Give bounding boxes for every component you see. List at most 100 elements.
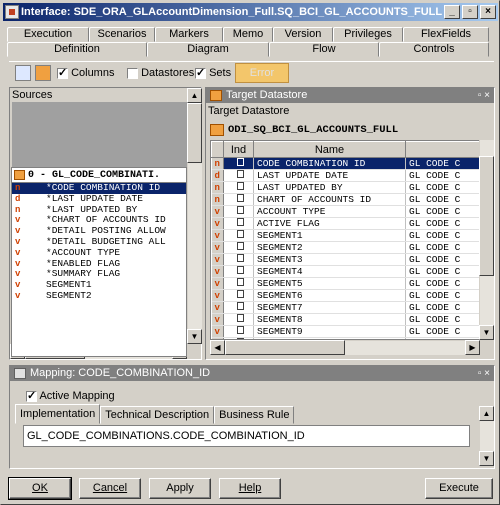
type-marker: v — [15, 215, 21, 226]
sets-toggle[interactable]: Sets — [195, 66, 231, 79]
help-button[interactable]: Help — [219, 478, 281, 499]
target-column-source: GL CODE C — [405, 205, 482, 218]
target-column-row[interactable]: v SEGMENT9 GL CODE C — [211, 325, 482, 338]
target-column-row[interactable]: v SEGMENT2 GL CODE C — [211, 241, 482, 254]
sources-vscrollbar[interactable]: ▲ ▼ — [187, 88, 202, 344]
target-column-row[interactable]: v SEGMENT8 GL CODE C — [211, 313, 482, 326]
datastores-toggle[interactable]: Datastores — [127, 67, 194, 79]
target-column-row[interactable]: v SEGMENT5 GL CODE C — [211, 277, 482, 290]
name-header[interactable]: Name — [253, 141, 406, 158]
execute-button[interactable]: Execute — [425, 478, 493, 499]
target-column-row[interactable]: n LAST UPDATED BY GL CODE C — [211, 181, 482, 194]
tab-memo[interactable]: Memo — [223, 27, 273, 42]
target-column-row[interactable]: v SEGMENT4 GL CODE C — [211, 265, 482, 278]
active-mapping-toggle[interactable]: Active Mapping — [26, 389, 115, 402]
ind-icon[interactable] — [223, 277, 254, 290]
datastores-checkbox[interactable] — [127, 67, 138, 79]
tab-markers[interactable]: Markers — [155, 27, 223, 42]
panel-controls-icon[interactable]: ▫ × — [478, 366, 490, 381]
ind-icon[interactable] — [223, 205, 254, 218]
minimize-button[interactable]: _ — [444, 5, 460, 19]
edit-diagram-icon[interactable] — [15, 65, 31, 81]
tab-flow[interactable]: Flow — [269, 42, 379, 57]
tab-definition[interactable]: Definition — [7, 42, 147, 57]
source-column-name: *CODE COMBINATION ID — [46, 182, 161, 193]
ind-icon[interactable] — [223, 181, 254, 194]
source-header[interactable] — [405, 141, 482, 158]
target-column-row[interactable]: n CHART OF ACCOUNTS ID GL CODE C — [211, 193, 482, 206]
ind-icon[interactable] — [223, 265, 254, 278]
panel-controls-icon[interactable]: ▫ × — [478, 88, 490, 103]
restore-button[interactable]: ▫ — [462, 5, 478, 19]
scroll-left-icon[interactable]: ◀ — [210, 340, 225, 355]
tab-execution[interactable]: Execution — [7, 27, 89, 42]
mapping-expression-field[interactable]: GL_CODE_COMBINATIONS.CODE_COMBINATION_ID — [23, 425, 470, 447]
error-button[interactable]: Error — [235, 63, 289, 83]
tab-business-rule[interactable]: Business Rule — [214, 406, 295, 424]
ind-icon[interactable] — [223, 193, 254, 206]
scroll-down-icon[interactable]: ▼ — [479, 325, 494, 340]
ind-icon[interactable] — [223, 241, 254, 254]
ind-icon[interactable] — [223, 253, 254, 266]
close-button[interactable]: × — [480, 5, 496, 19]
source-column-row[interactable]: v SEGMENT2 — [12, 290, 186, 302]
ind-icon[interactable] — [223, 313, 254, 326]
columns-checkbox[interactable] — [57, 66, 68, 79]
target-panel-header: Target Datastore ▫ × — [206, 88, 494, 103]
sets-checkbox[interactable] — [195, 66, 206, 79]
datastore-icon[interactable] — [35, 65, 51, 81]
scroll-down-icon[interactable]: ▼ — [187, 329, 202, 344]
ind-icon[interactable] — [223, 157, 254, 170]
cancel-button[interactable]: Cancel — [79, 478, 141, 499]
target-column-row[interactable]: n CODE COMBINATION ID GL CODE C — [211, 157, 482, 170]
tab-privileges[interactable]: Privileges — [333, 27, 403, 42]
source-datastore-header[interactable]: 0 - GL_CODE_COMBINATI. — [12, 168, 186, 183]
datastores-label: Datastores — [141, 67, 195, 79]
target-column-row[interactable]: v SEGMENT6 GL CODE C — [211, 289, 482, 302]
target-vscrollbar[interactable]: ▼ — [479, 140, 494, 340]
target-column-row[interactable]: v ACCOUNT TYPE GL CODE C — [211, 205, 482, 218]
ind-icon[interactable] — [223, 289, 254, 302]
scroll-up-icon[interactable]: ▲ — [187, 88, 202, 103]
columns-toggle[interactable]: Columns — [57, 66, 114, 79]
apply-button[interactable]: Apply — [149, 478, 211, 499]
ind-icon[interactable] — [223, 325, 254, 338]
target-column-row[interactable]: v ACTIVE FLAG GL CODE C — [211, 217, 482, 230]
target-column-name: SEGMENT6 — [253, 289, 406, 302]
target-column-row[interactable]: v SEGMENT3 GL CODE C — [211, 253, 482, 266]
target-column-row[interactable]: d LAST UPDATE DATE GL CODE C — [211, 169, 482, 182]
scroll-up-icon[interactable]: ▲ — [479, 406, 494, 421]
tab-technical-description[interactable]: Technical Description — [100, 406, 215, 424]
ind-icon[interactable] — [223, 169, 254, 182]
type-marker: v — [211, 253, 224, 266]
diagram-toolbar: Columns Datastores Sets Error — [9, 61, 494, 83]
mapping-vscrollbar[interactable]: ▲ ▼ — [479, 406, 494, 466]
tab-version[interactable]: Version — [273, 27, 333, 42]
scroll-right-icon[interactable]: ▶ — [465, 340, 480, 355]
tab-flexfields[interactable]: FlexFields — [403, 27, 489, 42]
target-hscrollbar[interactable]: ◀ ▶ — [210, 340, 480, 355]
target-columns-grid[interactable]: Ind Name n CODE COMBINATION ID GL CODE CdL… — [210, 140, 486, 340]
ok-button[interactable]: OK — [8, 477, 72, 500]
ind-icon — [236, 230, 244, 238]
tab-scenarios[interactable]: Scenarios — [89, 27, 155, 42]
tab-diagram[interactable]: Diagram — [147, 42, 269, 57]
ind-icon[interactable] — [223, 229, 254, 242]
scroll-down-icon[interactable]: ▼ — [479, 451, 494, 466]
target-column-row[interactable]: v SEGMENT1 GL CODE C — [211, 229, 482, 242]
source-datastore-box[interactable]: 0 - GL_CODE_COMBINATI. n *CODE COMBINATIO… — [11, 167, 187, 357]
ind-icon[interactable] — [223, 301, 254, 314]
target-column-source: GL CODE C — [405, 289, 482, 302]
target-column-row[interactable]: v SEGMENT7 GL CODE C — [211, 301, 482, 314]
ind-header[interactable]: Ind — [223, 141, 254, 158]
source-column-row[interactable]: v *SUMMARY FLAG — [12, 268, 186, 280]
active-mapping-checkbox[interactable] — [26, 389, 37, 402]
target-hscroll-thumb[interactable] — [225, 340, 345, 355]
target-vscroll-thumb[interactable] — [479, 156, 494, 276]
tab-controls[interactable]: Controls — [379, 42, 489, 57]
source-column-row[interactable]: v SEGMENT1 — [12, 279, 186, 291]
ind-icon — [236, 194, 244, 202]
sources-vscroll-thumb[interactable] — [187, 103, 202, 163]
tab-implementation[interactable]: Implementation — [15, 404, 101, 424]
ind-icon[interactable] — [223, 217, 254, 230]
